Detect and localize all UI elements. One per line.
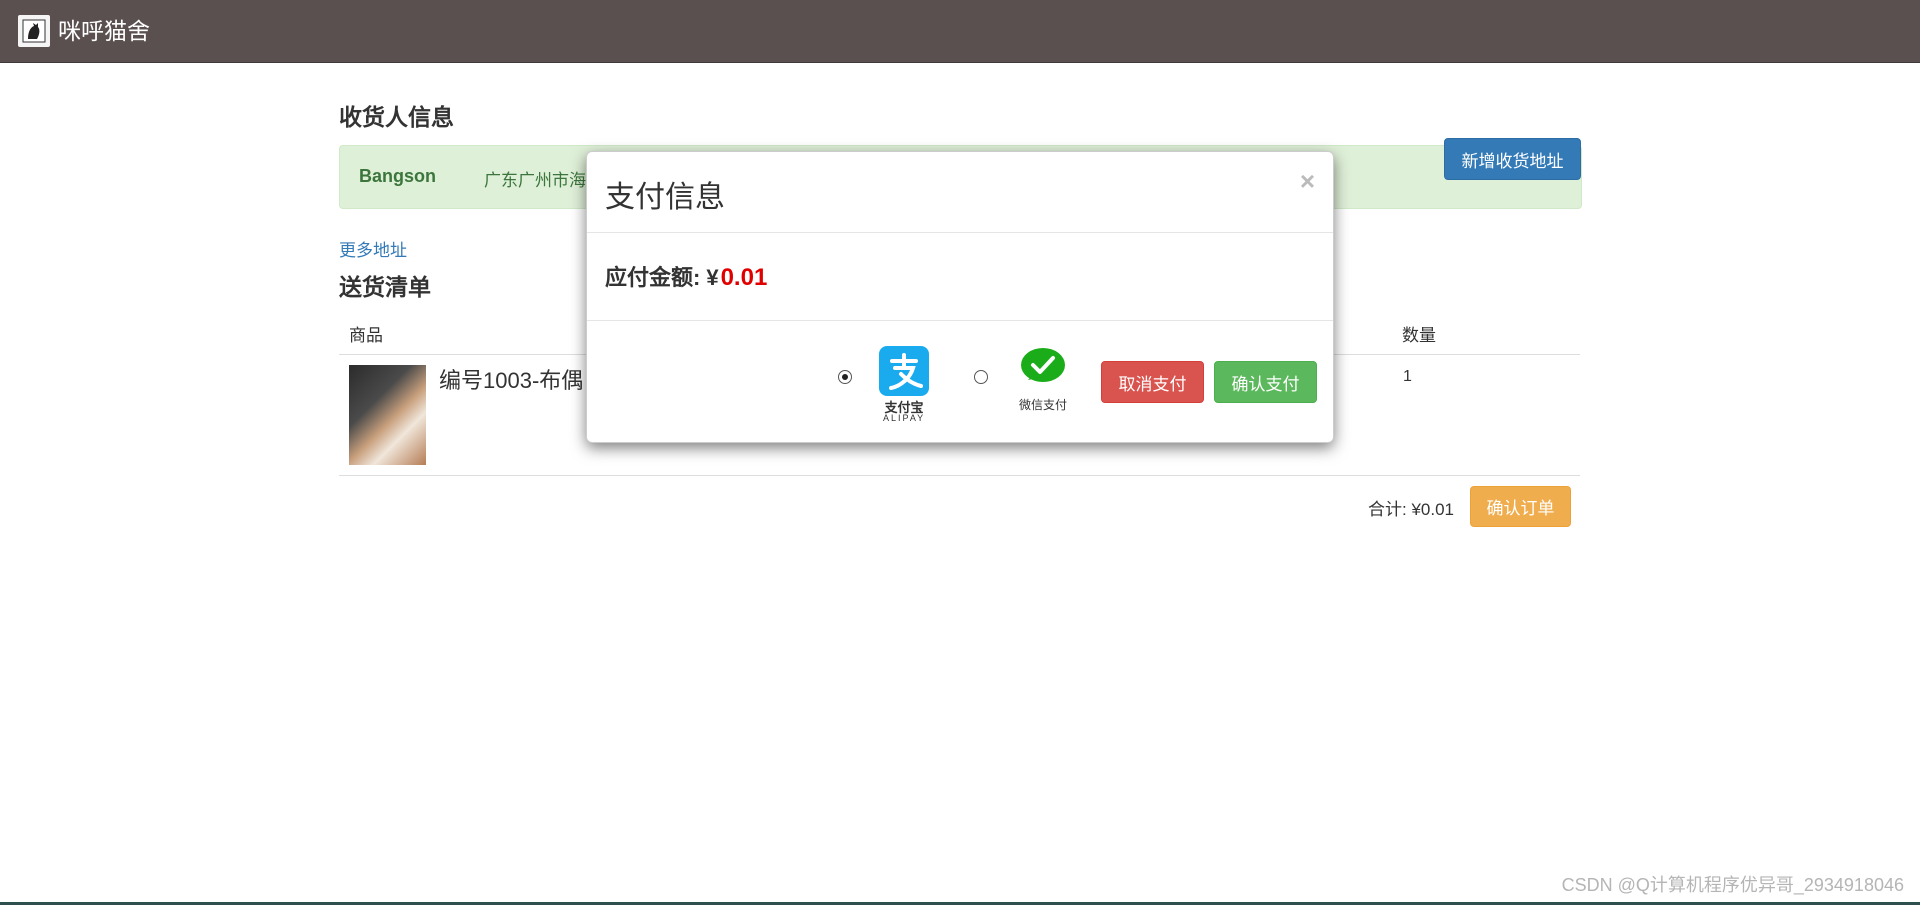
payment-modal: 支付信息 × 应付金额: ¥ 0.01 支付宝 ALIPAY 微信支付 取消支付… xyxy=(586,151,1334,443)
modal-footer-divider xyxy=(587,320,1333,321)
amount-value: 0.01 xyxy=(720,264,768,291)
modal-backdrop xyxy=(0,0,1920,905)
watermark: CSDN @Q计算机程序优异哥_2934918046 xyxy=(1561,875,1904,895)
wechat-pay-radio[interactable] xyxy=(974,370,988,384)
wechat-pay-icon[interactable] xyxy=(1020,347,1066,392)
amount-label: 应付金额: xyxy=(605,265,701,290)
modal-header-divider xyxy=(587,232,1333,233)
cancel-payment-button[interactable]: 取消支付 xyxy=(1101,361,1204,403)
alipay-sublabel: ALIPAY xyxy=(883,413,926,423)
close-icon[interactable]: × xyxy=(1300,166,1315,196)
wechat-pay-label: 微信支付 xyxy=(1018,398,1067,412)
amount-currency: ¥ xyxy=(706,265,719,290)
amount-due: 应付金额: ¥ 0.01 xyxy=(605,260,767,292)
confirm-payment-button[interactable]: 确认支付 xyxy=(1214,361,1317,403)
modal-title: 支付信息 xyxy=(605,181,725,214)
alipay-icon[interactable] xyxy=(879,346,929,401)
alipay-radio[interactable] xyxy=(838,370,852,384)
